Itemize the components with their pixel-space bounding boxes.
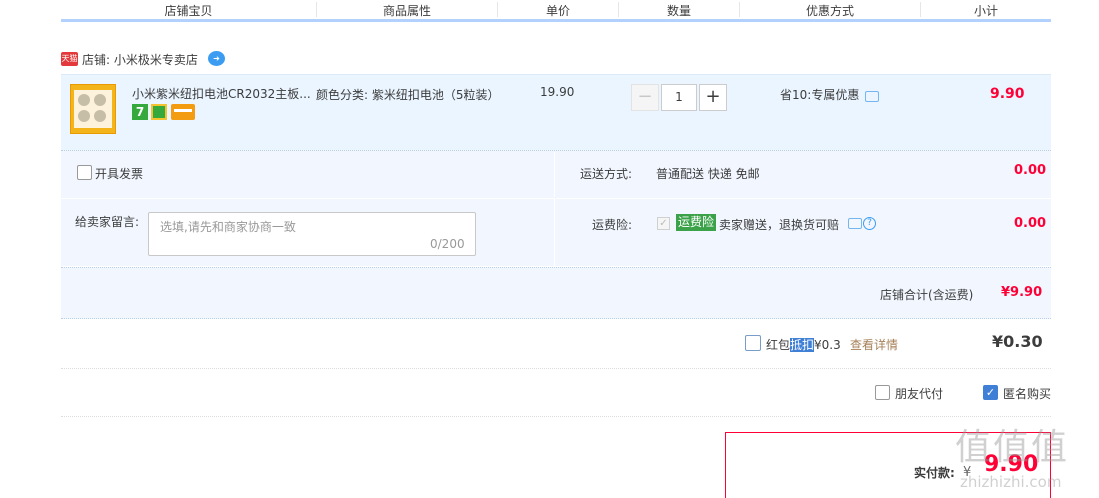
quantity-increase-button[interactable]: + xyxy=(699,84,727,111)
credit-card-icon[interactable] xyxy=(171,104,195,120)
shipping-method: 普通配送 快递 免邮 xyxy=(656,167,760,181)
anonymous-checkbox[interactable]: ✓ xyxy=(983,385,998,400)
shipping-label: 运送方式: xyxy=(580,167,633,181)
insurance-checkbox: ✓ xyxy=(657,217,670,230)
friend-pay-label[interactable]: 朋友代付 xyxy=(895,385,943,402)
insurance-label: 运费险: xyxy=(592,218,633,232)
help-icon[interactable]: ? xyxy=(863,217,876,230)
invoice-checkbox[interactable] xyxy=(77,165,92,180)
shipping-amount: 0.00 xyxy=(1014,163,1047,178)
view-details-link[interactable]: 查看详情 xyxy=(850,336,898,353)
col-header-discount: 优惠方式 xyxy=(805,4,854,18)
anonymous-label[interactable]: 匿名购买 xyxy=(1003,385,1051,402)
red-packet-highlight: 抵扣 xyxy=(790,338,815,352)
red-packet-label[interactable]: 红包抵扣¥0.3 xyxy=(766,336,841,353)
remark-label: 给卖家留言: xyxy=(75,215,140,229)
insurance-description: 卖家赠送，退换货可赔 xyxy=(719,218,840,232)
col-header-item: 店铺宝贝 xyxy=(164,4,213,18)
store-total-label: 店铺合计(含运费) xyxy=(880,288,974,302)
chat-icon[interactable]: ➜ xyxy=(208,51,225,66)
remark-placeholder[interactable]: 选填,请先和商家协商一致 xyxy=(160,218,296,235)
unit-price: 19.90 xyxy=(540,85,575,99)
col-header-qty: 数量 xyxy=(666,4,691,18)
watermark-logo: 值值值 xyxy=(955,427,1070,468)
comment-icon[interactable] xyxy=(848,218,862,229)
insurance-amount: 0.00 xyxy=(1014,216,1047,231)
red-packet-value: ¥0.3 xyxy=(814,338,841,352)
remark-char-count: 0/200 xyxy=(430,237,465,251)
product-title[interactable]: 小米紫米纽扣电池CR2032主板... xyxy=(132,85,310,102)
col-header-price: 单价 xyxy=(545,4,570,18)
store-total-value: ¥9.90 xyxy=(1001,285,1043,300)
payment-label: 实付款: xyxy=(914,466,955,480)
comment-icon[interactable] xyxy=(865,91,879,102)
shop-name[interactable]: 店铺: 小米极米专卖店 xyxy=(82,51,198,68)
quantity-input[interactable]: 1 xyxy=(661,84,697,111)
red-packet-text: 红包 xyxy=(766,338,791,352)
col-header-subtotal: 小计 xyxy=(973,4,998,18)
friend-pay-checkbox[interactable] xyxy=(875,385,890,400)
item-subtotal: 9.90 xyxy=(990,86,1025,102)
col-header-attr: 商品属性 xyxy=(382,4,431,18)
quantity-decrease-button[interactable]: − xyxy=(631,84,659,111)
watermark-site: zhizhizhi.com xyxy=(960,473,1062,491)
guarantee-icon[interactable] xyxy=(151,104,167,120)
insurance-tag: 运费险 xyxy=(676,214,717,231)
red-packet-amount: ¥0.30 xyxy=(992,332,1043,351)
red-packet-checkbox[interactable] xyxy=(745,335,761,351)
tmall-logo: 天猫 xyxy=(61,52,78,66)
red-packet-row xyxy=(61,319,1051,369)
discount-method: 省10:专属优惠 xyxy=(780,88,860,102)
seven-day-return-icon[interactable]: 7 xyxy=(132,104,148,120)
invoice-label[interactable]: 开具发票 xyxy=(95,165,143,182)
battery-image xyxy=(74,90,112,128)
product-attribute: 颜色分类: 紫米纽扣电池（5粒装） xyxy=(316,88,500,102)
